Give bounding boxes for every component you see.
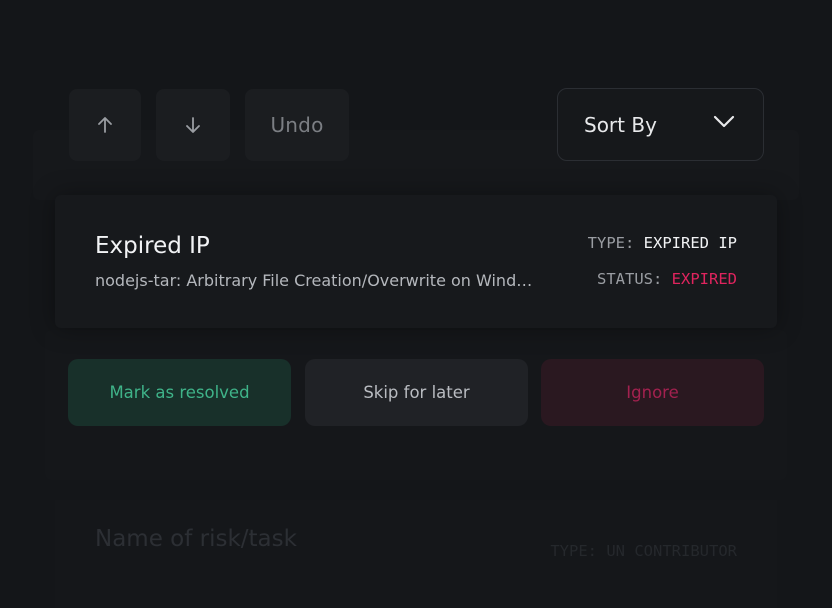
ignore-label: Ignore [626, 383, 679, 402]
sort-by-label: Sort By [584, 112, 657, 137]
next-type-value: UN CONTRIBUTOR [606, 542, 737, 560]
next-risk-card: Name of risk/task TYPE: UN CONTRIBUTOR [55, 500, 777, 608]
undo-label: Undo [270, 113, 324, 137]
chevron-down-icon [713, 115, 735, 134]
ignore-button[interactable]: Ignore [541, 359, 764, 426]
sort-by-dropdown[interactable]: Sort By [557, 88, 764, 161]
risk-type: TYPE: EXPIRED IP [588, 234, 737, 252]
status-value: EXPIRED [671, 270, 737, 288]
mark-as-resolved-label: Mark as resolved [109, 383, 250, 402]
arrow-up-icon [95, 115, 115, 135]
next-risk-type: TYPE: UN CONTRIBUTOR [550, 542, 737, 560]
risk-status: STATUS: EXPIRED [597, 270, 737, 288]
type-value: EXPIRED IP [643, 234, 737, 252]
move-up-button[interactable] [69, 89, 141, 161]
type-key: TYPE: [587, 234, 635, 252]
skip-for-later-label: Skip for later [363, 383, 470, 402]
move-down-button[interactable] [156, 89, 230, 161]
skip-for-later-button[interactable]: Skip for later [305, 359, 528, 426]
risk-description: nodejs-tar: Arbitrary File Creation/Over… [95, 271, 535, 290]
next-risk-title: Name of risk/task [95, 526, 297, 552]
arrow-down-icon [183, 115, 203, 135]
status-key: STATUS: [597, 270, 663, 288]
risk-card[interactable]: Expired IP nodejs-tar: Arbitrary File Cr… [55, 195, 777, 328]
risk-title: Expired IP [95, 233, 210, 259]
undo-button[interactable]: Undo [245, 89, 349, 161]
mark-as-resolved-button[interactable]: Mark as resolved [68, 359, 291, 426]
triage-view: Undo Sort By Expired IP nodejs-tar: Arbi… [0, 0, 832, 608]
next-type-key: TYPE: [550, 542, 597, 560]
